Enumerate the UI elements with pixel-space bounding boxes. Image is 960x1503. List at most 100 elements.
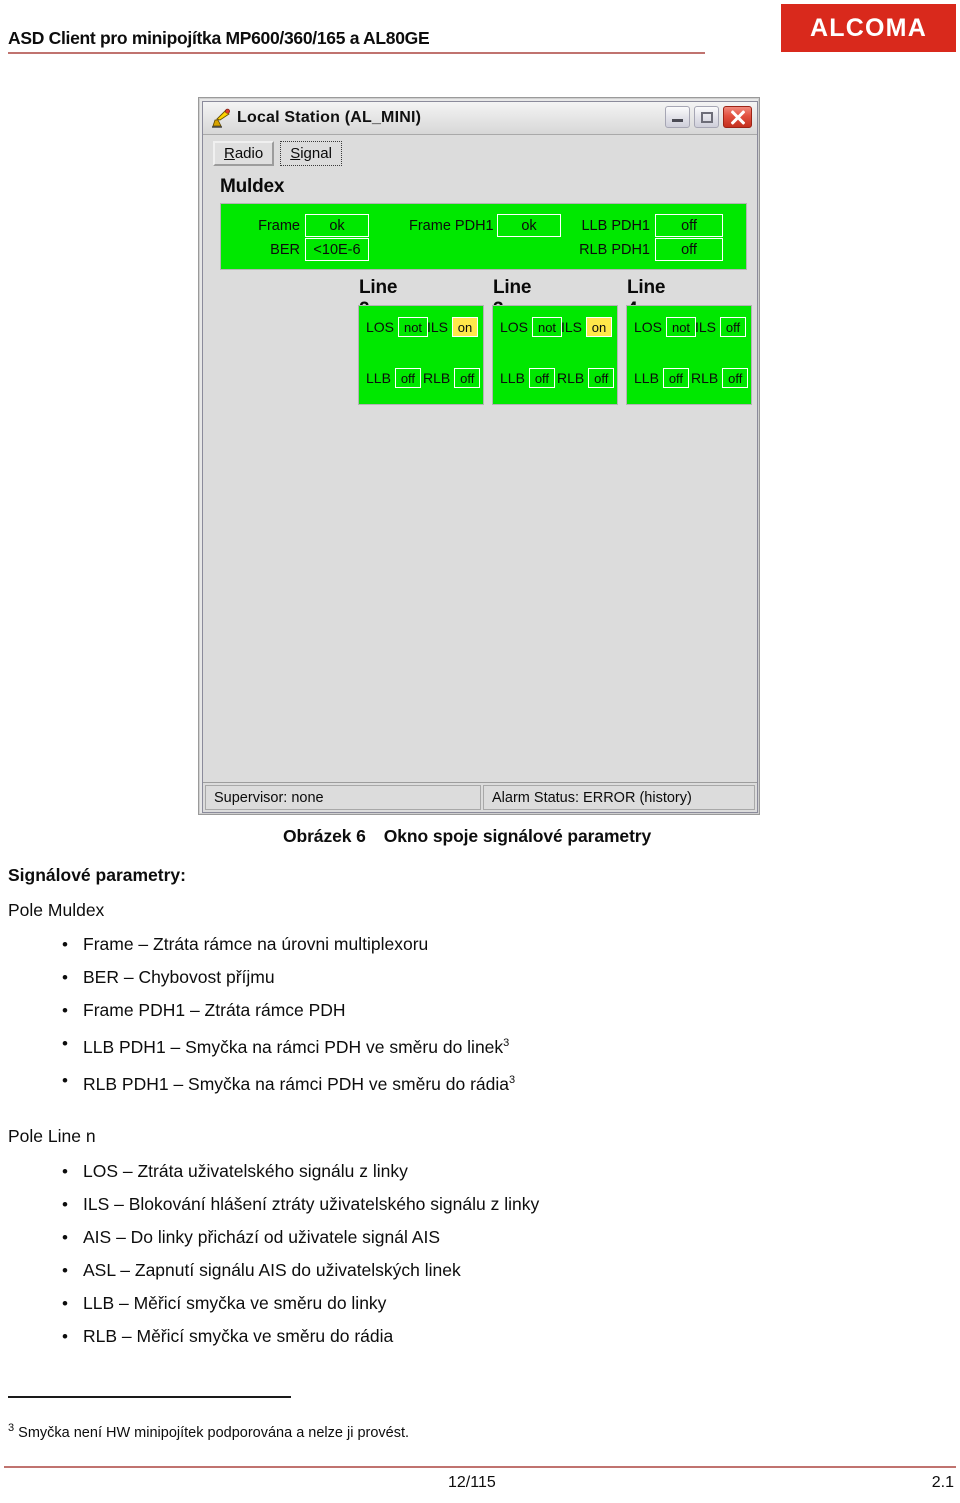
window-statusbar: Supervisor: none Alarm Status: ERROR (hi… — [203, 782, 757, 812]
list-item: BER – Chybovost příjmu — [0, 961, 515, 994]
line-4-los-value[interactable]: not — [666, 317, 697, 337]
list-item: LLB PDH1 – Smyčka na rámci PDH ve směru … — [0, 1027, 515, 1064]
list-item-text: RLB – Měřicí smyčka ve směru do rádia — [83, 1326, 394, 1346]
line-2-llb-value[interactable]: off — [394, 368, 421, 388]
line-2-llb: LLB off — [366, 368, 421, 388]
window-client-area: Muldex Frame ok BER <10E-6 Frame PDH1 ok… — [203, 170, 757, 782]
line-4-los: LOS not — [634, 317, 697, 337]
list-item: RLB – Měřicí smyčka ve směru do rádia — [0, 1320, 539, 1353]
list-item: RLB PDH1 – Smyčka na rámci PDH ve směru … — [0, 1064, 515, 1101]
muldex-ber-value[interactable]: <10E-6 — [305, 238, 369, 261]
line-3-llb-value[interactable]: off — [528, 368, 555, 388]
line-3-los-value[interactable]: not — [532, 317, 563, 337]
line-2-los-label: LOS — [366, 319, 395, 335]
line-4-rlb-value[interactable]: off — [722, 368, 749, 388]
muldex-llb-pdh1-label: LLB PDH1 — [581, 217, 650, 234]
list-item: LLB – Měřicí smyčka ve směru do linky — [0, 1287, 539, 1320]
maximize-icon[interactable] — [694, 106, 719, 128]
line-bullet-list: LOS – Ztráta uživatelského signálu z lin… — [0, 1155, 539, 1353]
subheading-line: Pole Line n — [8, 1126, 96, 1146]
footnote-text: Smyčka není HW minipojítek podporována a… — [14, 1424, 410, 1441]
line-2-los: LOS not — [366, 317, 429, 337]
list-item: Frame – Ztráta rámce na úrovni multiplex… — [0, 928, 515, 961]
window-controls — [665, 106, 752, 128]
line-4-llb-value[interactable]: off — [662, 368, 689, 388]
tab-radio-label: adio — [234, 144, 264, 162]
muldex-frame-pdh1-value[interactable]: ok — [497, 214, 561, 237]
list-item: Frame PDH1 – Ztráta rámce PDH — [0, 994, 515, 1027]
muldex-frame-value[interactable]: ok — [305, 214, 369, 237]
header-divider — [8, 52, 705, 54]
line-4-rlb: RLB off — [691, 368, 749, 388]
tab-signal[interactable]: Signal — [280, 140, 342, 166]
line-3-ils: ILS on — [561, 317, 613, 337]
supervisor-status: Supervisor: none — [205, 785, 481, 810]
line-2-panel: LOS not ILS on LLB off RLB off — [358, 305, 484, 405]
figure-caption-text: Okno spoje signálové parametry — [383, 826, 652, 846]
list-item-text: ILS – Blokování hlášení ztráty uživatels… — [83, 1194, 540, 1214]
window-titlebar: Local Station (AL_MINI) — [203, 102, 757, 135]
line-2-ils: ILS on — [427, 317, 479, 337]
muldex-frame-label: Frame — [258, 217, 300, 234]
minimize-icon[interactable] — [665, 106, 690, 128]
figure-caption-number: Obrázek 6 — [283, 826, 366, 846]
line-3-rlb-label: RLB — [557, 370, 585, 386]
list-item-text: LOS – Ztráta uživatelského signálu z lin… — [83, 1161, 408, 1181]
list-item-text: LLB PDH1 – Smyčka na rámci PDH ve směru … — [83, 1036, 504, 1057]
line-3-panel: LOS not ILS on LLB off RLB off — [492, 305, 618, 405]
list-item-text: RLB PDH1 – Smyčka na rámci PDH ve směru … — [83, 1073, 509, 1094]
window-title: Local Station (AL_MINI) — [237, 109, 422, 126]
subheading-muldex: Pole Muldex — [8, 900, 105, 920]
muldex-rlb-pdh1-value[interactable]: off — [655, 238, 723, 261]
satellite-dish-icon — [210, 108, 231, 129]
tab-radio[interactable]: Radio — [213, 140, 275, 166]
footnote-separator — [8, 1396, 291, 1398]
list-item-text: Frame PDH1 – Ztráta rámce PDH — [83, 1000, 346, 1020]
line-3-los: LOS not — [500, 317, 563, 337]
list-item-text: BER – Chybovost příjmu — [83, 967, 275, 987]
line-3-llb: LLB off — [500, 368, 555, 388]
line-3-rlb: RLB off — [557, 368, 615, 388]
muldex-frame-pdh1-label: Frame PDH1 — [409, 217, 494, 234]
footnote-ref: 3 — [503, 1037, 510, 1049]
alarm-status: Alarm Status: ERROR (history) — [483, 785, 755, 810]
line-3-llb-label: LLB — [500, 370, 525, 386]
muldex-field-frame: Frame ok — [243, 214, 369, 237]
line-3-ils-value[interactable]: on — [586, 317, 613, 337]
tab-radio-accel: R — [224, 144, 235, 162]
line-2-los-value[interactable]: not — [398, 317, 429, 337]
close-icon[interactable] — [723, 106, 752, 128]
muldex-llb-pdh1-value[interactable]: off — [655, 214, 723, 237]
line-2-rlb-label: RLB — [423, 370, 451, 386]
figure-caption: Obrázek 6 Okno spoje signálové parametry — [283, 826, 651, 847]
list-item: AIS – Do linky přichází od uživatele sig… — [0, 1221, 539, 1254]
line-2-ils-value[interactable]: on — [452, 317, 479, 337]
list-item-text: Frame – Ztráta rámce na úrovni multiplex… — [83, 934, 429, 954]
page-header: ASD Client pro minipojítka MP600/360/165… — [0, 0, 960, 70]
line-4-ils-label: ILS — [695, 319, 717, 335]
list-item: LOS – Ztráta uživatelského signálu z lin… — [0, 1155, 539, 1188]
document-title: ASD Client pro minipojítka MP600/360/165… — [8, 28, 430, 48]
line-4-ils-value[interactable]: off — [720, 317, 747, 337]
line-4-llb: LLB off — [634, 368, 689, 388]
page-number: 12/115 — [448, 1474, 496, 1491]
muldex-bullet-list: Frame – Ztráta rámce na úrovni multiplex… — [0, 928, 515, 1101]
muldex-rlb-pdh1-label: RLB PDH1 — [579, 241, 650, 258]
line-4-los-label: LOS — [634, 319, 663, 335]
line-4-ils: ILS off — [695, 317, 747, 337]
line-3-ils-label: ILS — [561, 319, 583, 335]
muldex-group-label: Muldex — [220, 176, 285, 197]
window-frame: Local Station (AL_MINI) Radio Signal Mul… — [202, 101, 758, 813]
line-3-los-label: LOS — [500, 319, 529, 335]
tab-signal-accel: S — [290, 144, 301, 162]
line-2-rlb-value[interactable]: off — [454, 368, 481, 388]
line-3-rlb-value[interactable]: off — [588, 368, 615, 388]
tab-strip: Radio Signal — [203, 136, 757, 170]
alcoma-logo-text: ALCOMA — [810, 13, 927, 42]
line-4-panel: LOS not ILS off LLB off RLB off — [626, 305, 752, 405]
list-item: ILS – Blokování hlášení ztráty uživatels… — [0, 1188, 539, 1221]
line-2-llb-label: LLB — [366, 370, 391, 386]
muldex-panel: Frame ok BER <10E-6 Frame PDH1 ok LLB PD… — [220, 203, 747, 270]
list-item: ASL – Zapnutí signálu AIS do uživatelský… — [0, 1254, 539, 1287]
line-2-rlb: RLB off — [423, 368, 481, 388]
